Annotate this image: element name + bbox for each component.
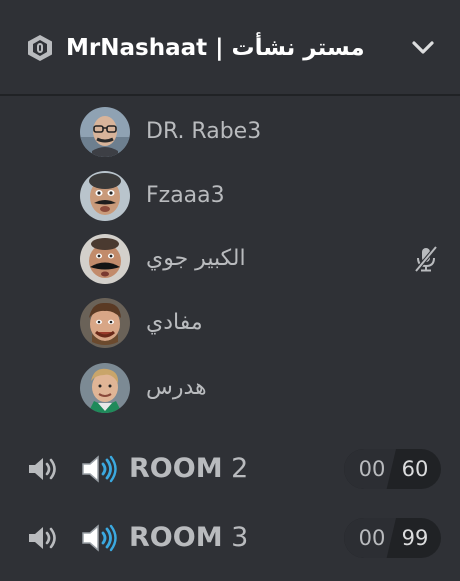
speaker-icon: [29, 458, 56, 480]
room-name: ROOM 2: [129, 453, 249, 484]
voice-channel-panel: MrNashaat | مستر نشأت DR. Rabe3 Fzaaa3 ا…: [0, 0, 460, 581]
member-name: مفادي: [146, 310, 203, 335]
user-limit-badge: 00 99: [344, 518, 441, 558]
avatar: [80, 363, 130, 413]
microphone-muted-icon: [414, 245, 438, 273]
voice-channel-room-2[interactable]: ROOM 2 00 60: [0, 443, 460, 495]
server-header[interactable]: MrNashaat | مستر نشأت: [0, 0, 460, 96]
chevron-down-icon[interactable]: [410, 36, 436, 60]
speaker-icon: [29, 527, 56, 549]
user-limit-badge: 00 60: [344, 449, 441, 489]
avatar: [80, 171, 130, 221]
voice-channel-room-3[interactable]: ROOM 3 00 99: [0, 512, 460, 564]
avatar: [80, 234, 130, 284]
voice-member[interactable]: هدرس: [80, 362, 450, 414]
voice-member[interactable]: الكبير جوي: [80, 233, 450, 285]
member-name: الكبير جوي: [146, 246, 246, 271]
speaker-volume-icon: [82, 524, 117, 552]
member-name: هدرس: [146, 375, 207, 400]
voice-member[interactable]: DR. Rabe3: [80, 106, 450, 158]
server-title: MrNashaat | مستر نشأت: [66, 35, 365, 61]
avatar: [80, 107, 130, 157]
server-boost-badge-icon: [28, 35, 52, 61]
voice-member[interactable]: مفادي: [80, 297, 450, 349]
member-name: Fzaaa3: [146, 183, 225, 208]
room-name: ROOM 3: [129, 522, 249, 553]
user-limit: 99: [401, 526, 429, 550]
member-name: DR. Rabe3: [146, 119, 262, 144]
voice-member[interactable]: Fzaaa3: [80, 170, 450, 222]
user-limit: 60: [401, 457, 429, 481]
avatar: [80, 298, 130, 348]
speaker-volume-icon: [82, 455, 117, 483]
